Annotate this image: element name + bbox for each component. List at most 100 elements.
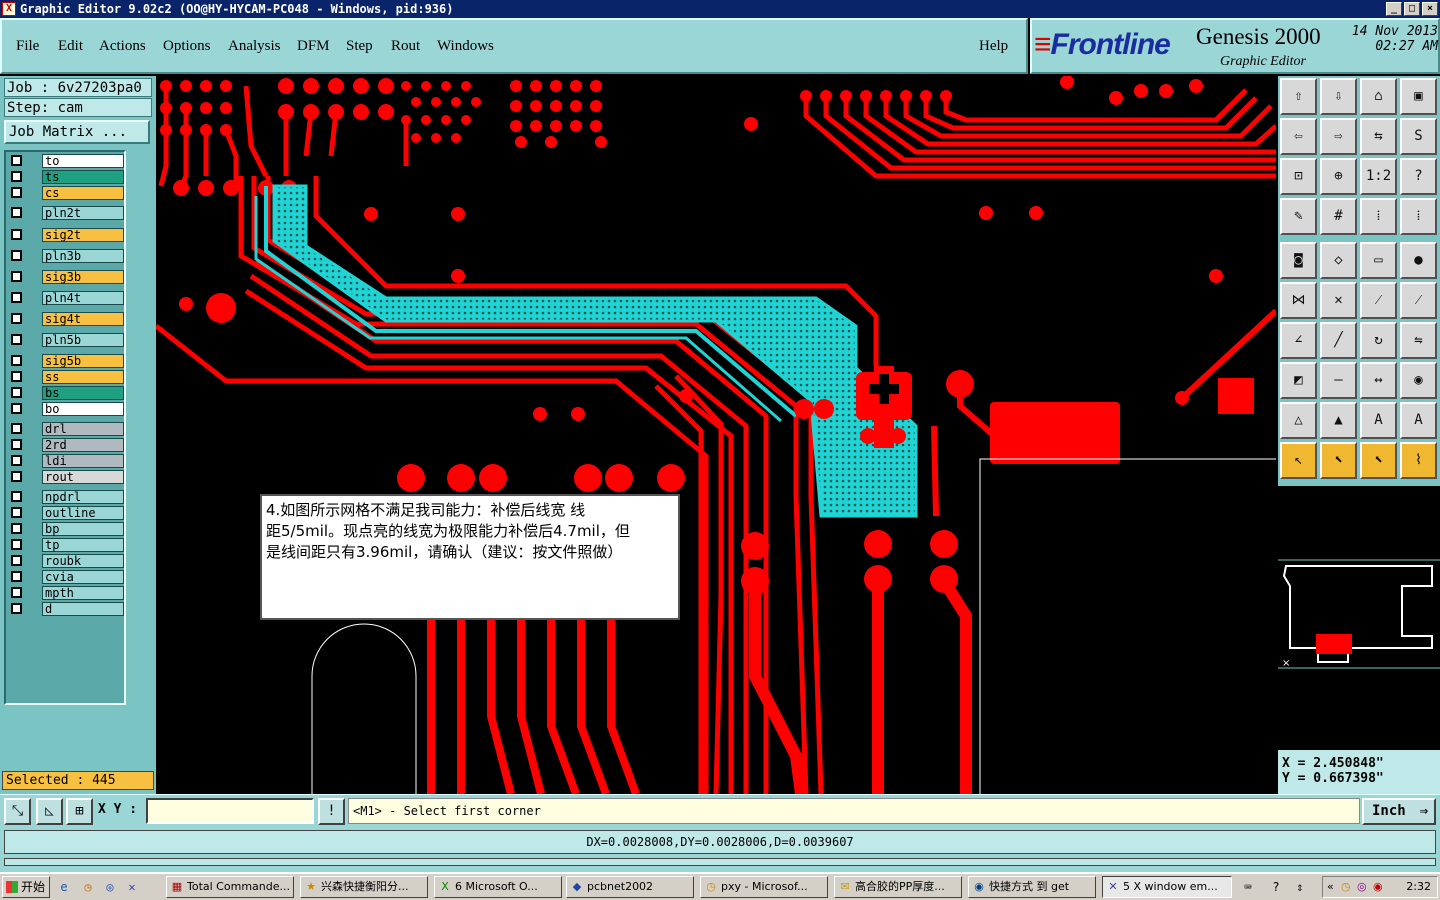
layer-checkbox[interactable]	[11, 507, 22, 518]
job-matrix-button[interactable]: Job Matrix ...	[4, 120, 150, 144]
arrows-icon[interactable]: ⇕	[1292, 879, 1308, 895]
graphic-canvas[interactable]	[156, 76, 1276, 794]
menu-options[interactable]: Options	[163, 38, 211, 55]
help-tray-icon[interactable]: ?	[1268, 879, 1284, 895]
pan-right-icon[interactable]: ⇨	[1320, 118, 1357, 155]
layer-name[interactable]: sig4t	[42, 312, 124, 326]
layer-name[interactable]: rout	[42, 470, 124, 484]
layer-row[interactable]: d	[8, 602, 124, 616]
keyboard-icon[interactable]: ⌨	[1240, 879, 1256, 895]
layer-checkbox[interactable]	[11, 587, 22, 598]
start-button[interactable]: 开始	[2, 876, 50, 898]
layer-checkbox[interactable]	[11, 292, 22, 303]
layer-row[interactable]: 2rd	[8, 438, 124, 452]
layer-name[interactable]: sig5b	[42, 354, 124, 368]
grid-icon[interactable]: #	[1320, 198, 1357, 235]
layer-row[interactable]: pln4t	[8, 291, 124, 305]
grid-snap-icon[interactable]: ⊞	[66, 798, 93, 825]
hline-icon[interactable]: —	[1320, 362, 1357, 399]
arc-icon[interactable]: ↻	[1360, 322, 1397, 359]
ie-icon[interactable]: e	[56, 879, 72, 895]
layer-name[interactable]: to	[42, 154, 124, 168]
tool-icon-2[interactable]: ⇩	[1320, 78, 1357, 115]
layer-row[interactable]: cvia	[8, 570, 124, 584]
layer-row[interactable]: ts	[8, 170, 124, 184]
pointer-icon[interactable]: ↖	[1280, 442, 1317, 479]
layer-row[interactable]: bs	[8, 386, 124, 400]
home-icon[interactable]: ⌂	[1360, 78, 1397, 115]
layer-checkbox[interactable]	[11, 155, 22, 166]
layer-name[interactable]: 2rd	[42, 438, 124, 452]
layer-row[interactable]: mpth	[8, 586, 124, 600]
menu-rout[interactable]: Rout	[391, 38, 420, 55]
task-pcbnet[interactable]: ◆ pcbnet2002	[566, 876, 694, 898]
layer-row[interactable]: sig5b	[8, 354, 124, 368]
menu-analysis[interactable]: Analysis	[228, 38, 281, 55]
triangle-icon[interactable]: △	[1280, 402, 1317, 439]
layer-name[interactable]: pln4t	[42, 291, 124, 305]
layer-row[interactable]: ldi	[8, 454, 124, 468]
layer-row[interactable]: npdrl	[8, 490, 124, 504]
mirror-icon[interactable]: ⇆	[1360, 118, 1397, 155]
layer-name[interactable]: roubk	[42, 554, 124, 568]
menu-edit[interactable]: Edit	[58, 38, 83, 55]
layer-row[interactable]: bp	[8, 522, 124, 536]
camera-icon[interactable]: ◙	[1280, 242, 1317, 279]
flip-icon[interactable]: ⇋	[1400, 322, 1437, 359]
layer-name[interactable]: bo	[42, 402, 124, 416]
tools-icon[interactable]: ✎	[1280, 198, 1317, 235]
clock-app-icon[interactable]: ◷	[80, 879, 96, 895]
pan-left-icon[interactable]: ⇦	[1280, 118, 1317, 155]
menu-file[interactable]: File	[16, 38, 39, 55]
layer-checkbox[interactable]	[11, 207, 22, 218]
task-pxy[interactable]: ◷ pxy - Microsof...	[700, 876, 828, 898]
layer-name[interactable]: d	[42, 602, 124, 616]
angle-icon[interactable]: ∠	[1280, 322, 1317, 359]
layer-name[interactable]: cs	[42, 186, 124, 200]
layer-checkbox[interactable]	[11, 571, 22, 582]
tool-icon-1[interactable]: ⇧	[1280, 78, 1317, 115]
layer-row[interactable]: sig3b	[8, 270, 124, 284]
layer-name[interactable]: pln2t	[42, 206, 124, 220]
zoom-home-icon[interactable]: ⊕	[1320, 158, 1357, 195]
tray-clock-icon[interactable]: ◷	[1341, 877, 1351, 897]
alert-icon[interactable]: !	[318, 798, 345, 825]
tray-alert-icon[interactable]: ◉	[1373, 877, 1383, 897]
minimize-button[interactable]: _	[1386, 2, 1402, 16]
layer-row[interactable]: cs	[8, 186, 124, 200]
layer-checkbox[interactable]	[11, 523, 22, 534]
close-button[interactable]: ×	[1422, 2, 1438, 16]
layer-row[interactable]: sig4t	[8, 312, 124, 326]
layer-name[interactable]: bp	[42, 522, 124, 536]
measure-icon[interactable]: ↔	[1360, 362, 1397, 399]
layer-name[interactable]: mpth	[42, 586, 124, 600]
layer-row[interactable]: to	[8, 154, 124, 168]
layer-checkbox[interactable]	[11, 250, 22, 261]
layer-checkbox[interactable]	[11, 387, 22, 398]
xy-input[interactable]	[146, 798, 314, 824]
tray-expand-icon[interactable]: «	[1327, 877, 1334, 897]
help-icon[interactable]: ?	[1400, 158, 1437, 195]
layer-row[interactable]: roubk	[8, 554, 124, 568]
layer-row[interactable]: outline	[8, 506, 124, 520]
layer-row[interactable]: ss	[8, 370, 124, 384]
layer-checkbox[interactable]	[11, 555, 22, 566]
layer-row[interactable]: pln3b	[8, 249, 124, 263]
measure-tool-icon[interactable]: ◺	[36, 798, 63, 825]
tray-app-icon[interactable]: ◎	[1357, 877, 1367, 897]
layer-row[interactable]: drl	[8, 422, 124, 436]
select-alt-icon[interactable]: ⬉	[1360, 442, 1397, 479]
layer-name[interactable]: ts	[42, 170, 124, 184]
layer-checkbox[interactable]	[11, 371, 22, 382]
menu-actions[interactable]: Actions	[99, 38, 146, 55]
a-icon[interactable]: A	[1360, 402, 1397, 439]
task-total-commander[interactable]: ▦ Total Commande...	[166, 876, 294, 898]
zoom-box-icon[interactable]: ⤡	[4, 798, 31, 825]
layer-name[interactable]: drl	[42, 422, 124, 436]
window-icon[interactable]: ▣	[1400, 78, 1437, 115]
menu-step[interactable]: Step	[346, 38, 373, 55]
layer-checkbox[interactable]	[11, 403, 22, 414]
layer-name[interactable]: pln5b	[42, 333, 124, 347]
layer-name[interactable]: sig2t	[42, 228, 124, 242]
task-mail[interactable]: ✉ 高合胶的PP厚度...	[834, 876, 962, 898]
